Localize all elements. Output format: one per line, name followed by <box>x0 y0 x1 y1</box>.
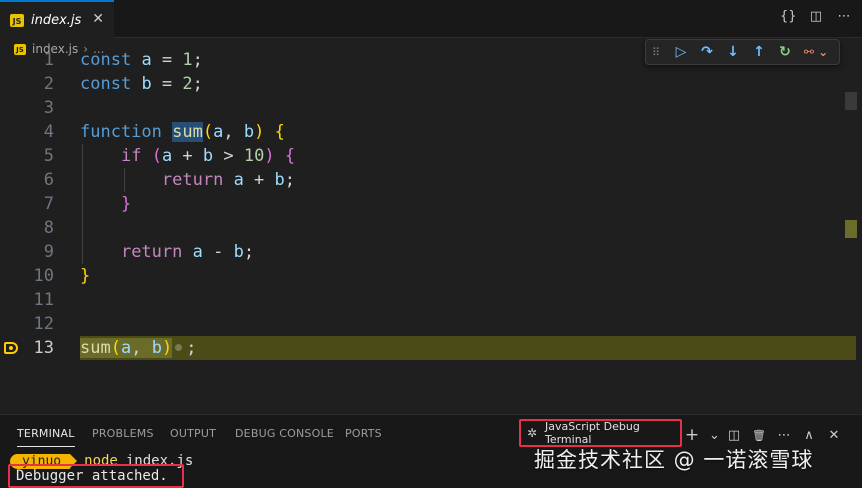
line-number: 13 <box>33 338 54 358</box>
editor-actions: {} ◫ ⋯ <box>780 9 852 24</box>
close-icon[interactable]: ✕ <box>92 11 104 27</box>
tab-terminal[interactable]: TERMINAL <box>17 427 75 447</box>
close-panel-icon[interactable]: ✕ <box>826 428 842 443</box>
line-number: 7 <box>43 194 54 214</box>
terminal-output: Debugger attached. <box>8 464 184 488</box>
line-number: 6 <box>43 170 54 190</box>
line-number: 9 <box>43 242 54 262</box>
tab-ports[interactable]: PORTS <box>345 427 382 440</box>
step-over-icon[interactable]: ↷ <box>698 43 716 61</box>
code-line: 4 function sum(a, b) { <box>0 120 856 144</box>
continue-icon[interactable]: ▷ <box>672 43 690 61</box>
more-actions-icon[interactable]: ⋯ <box>836 9 852 24</box>
trash-icon[interactable]: 🗑 <box>751 429 767 442</box>
ruler-mark <box>845 220 857 238</box>
tab-problems[interactable]: PROBLEMS <box>92 427 154 440</box>
line-number: 11 <box>33 290 54 310</box>
code-line: 11 <box>0 288 856 312</box>
line-code: const a = 1; <box>80 50 203 70</box>
tab-output[interactable]: OUTPUT <box>170 427 216 440</box>
disconnect-icon[interactable]: ⚯ ⌄ <box>802 43 830 61</box>
indent-guide <box>124 168 125 192</box>
code-line: 3 <box>0 96 856 120</box>
split-editor-icon[interactable]: ◫ <box>808 9 824 24</box>
tab-debug-console[interactable]: DEBUG CONSOLE <box>235 427 334 440</box>
code-line: 12 <box>0 312 856 336</box>
editor-tab-bar: JS index.js ✕ {} ◫ ⋯ <box>0 0 862 38</box>
tab-title: index.js <box>31 12 82 28</box>
inline-breakpoint-icon[interactable] <box>175 343 183 351</box>
line-number: 4 <box>43 122 54 142</box>
line-number: 8 <box>43 218 54 238</box>
tab-index-js[interactable]: JS index.js ✕ <box>0 0 114 38</box>
panel-actions: + ⌄ ◫ 🗑 ⋯ ∧ ✕ <box>684 425 842 445</box>
code-line: 6 return a + b; <box>0 168 856 192</box>
overview-ruler[interactable] <box>845 48 857 414</box>
line-code: if (a + b > 10) { <box>120 146 296 166</box>
debug-paused-arrow-icon[interactable] <box>4 342 18 354</box>
split-terminal-icon[interactable]: ◫ <box>726 428 742 443</box>
line-code: } <box>120 194 132 214</box>
step-into-icon[interactable]: ↓ <box>724 43 742 61</box>
restart-icon[interactable]: ↻ <box>776 43 794 61</box>
drag-handle-icon[interactable]: ⠿ <box>652 46 664 59</box>
line-number: 2 <box>43 74 54 94</box>
line-code: function sum(a, b) { <box>80 122 285 142</box>
code-line: 2 const b = 2; <box>0 72 856 96</box>
line-code: return a + b; <box>161 170 296 190</box>
add-terminal-icon[interactable]: + <box>684 425 700 445</box>
chevron-down-icon[interactable]: ⌄ <box>709 428 720 443</box>
ruler-mark <box>845 92 857 110</box>
code-line: 13 sum(a, b); <box>0 336 856 360</box>
line-number: 1 <box>43 50 54 70</box>
step-out-icon[interactable]: ↑ <box>750 43 768 61</box>
line-code: const b = 2; <box>80 74 203 94</box>
line-code: return a - b; <box>120 242 255 262</box>
line-number: 3 <box>43 98 54 118</box>
maximize-panel-icon[interactable]: ∧ <box>801 428 817 443</box>
line-number: 5 <box>43 146 54 166</box>
code-line: 10 } <box>0 264 856 288</box>
code-line: 5 if (a + b > 10) { <box>0 144 856 168</box>
code-line: 8 <box>0 216 856 240</box>
line-number: 10 <box>33 266 54 286</box>
code-line: 9 return a - b; <box>0 240 856 264</box>
line-number: 12 <box>33 314 54 334</box>
debug-toolbar: ⠿ ▷ ↷ ↓ ↑ ↻ ⚯ ⌄ <box>645 39 840 65</box>
line-code: } <box>80 266 91 286</box>
terminal-selector[interactable]: ✲ JavaScript Debug Terminal <box>519 419 682 447</box>
terminal-selector-label: JavaScript Debug Terminal <box>544 420 640 446</box>
watermark: 掘金技术社区 @ 一诺滚雪球 <box>534 448 814 472</box>
indent-guide <box>82 144 83 264</box>
bug-icon: ✲ <box>526 426 538 440</box>
code-line: 7 } <box>0 192 856 216</box>
more-actions-icon[interactable]: ⋯ <box>776 428 792 443</box>
line-code: sum(a, b); <box>80 338 197 358</box>
braces-icon[interactable]: {} <box>780 9 797 24</box>
javascript-file-icon: JS <box>10 13 24 27</box>
code-editor[interactable]: 1 const a = 1; 2 const b = 2; 3 4 functi… <box>0 48 862 414</box>
